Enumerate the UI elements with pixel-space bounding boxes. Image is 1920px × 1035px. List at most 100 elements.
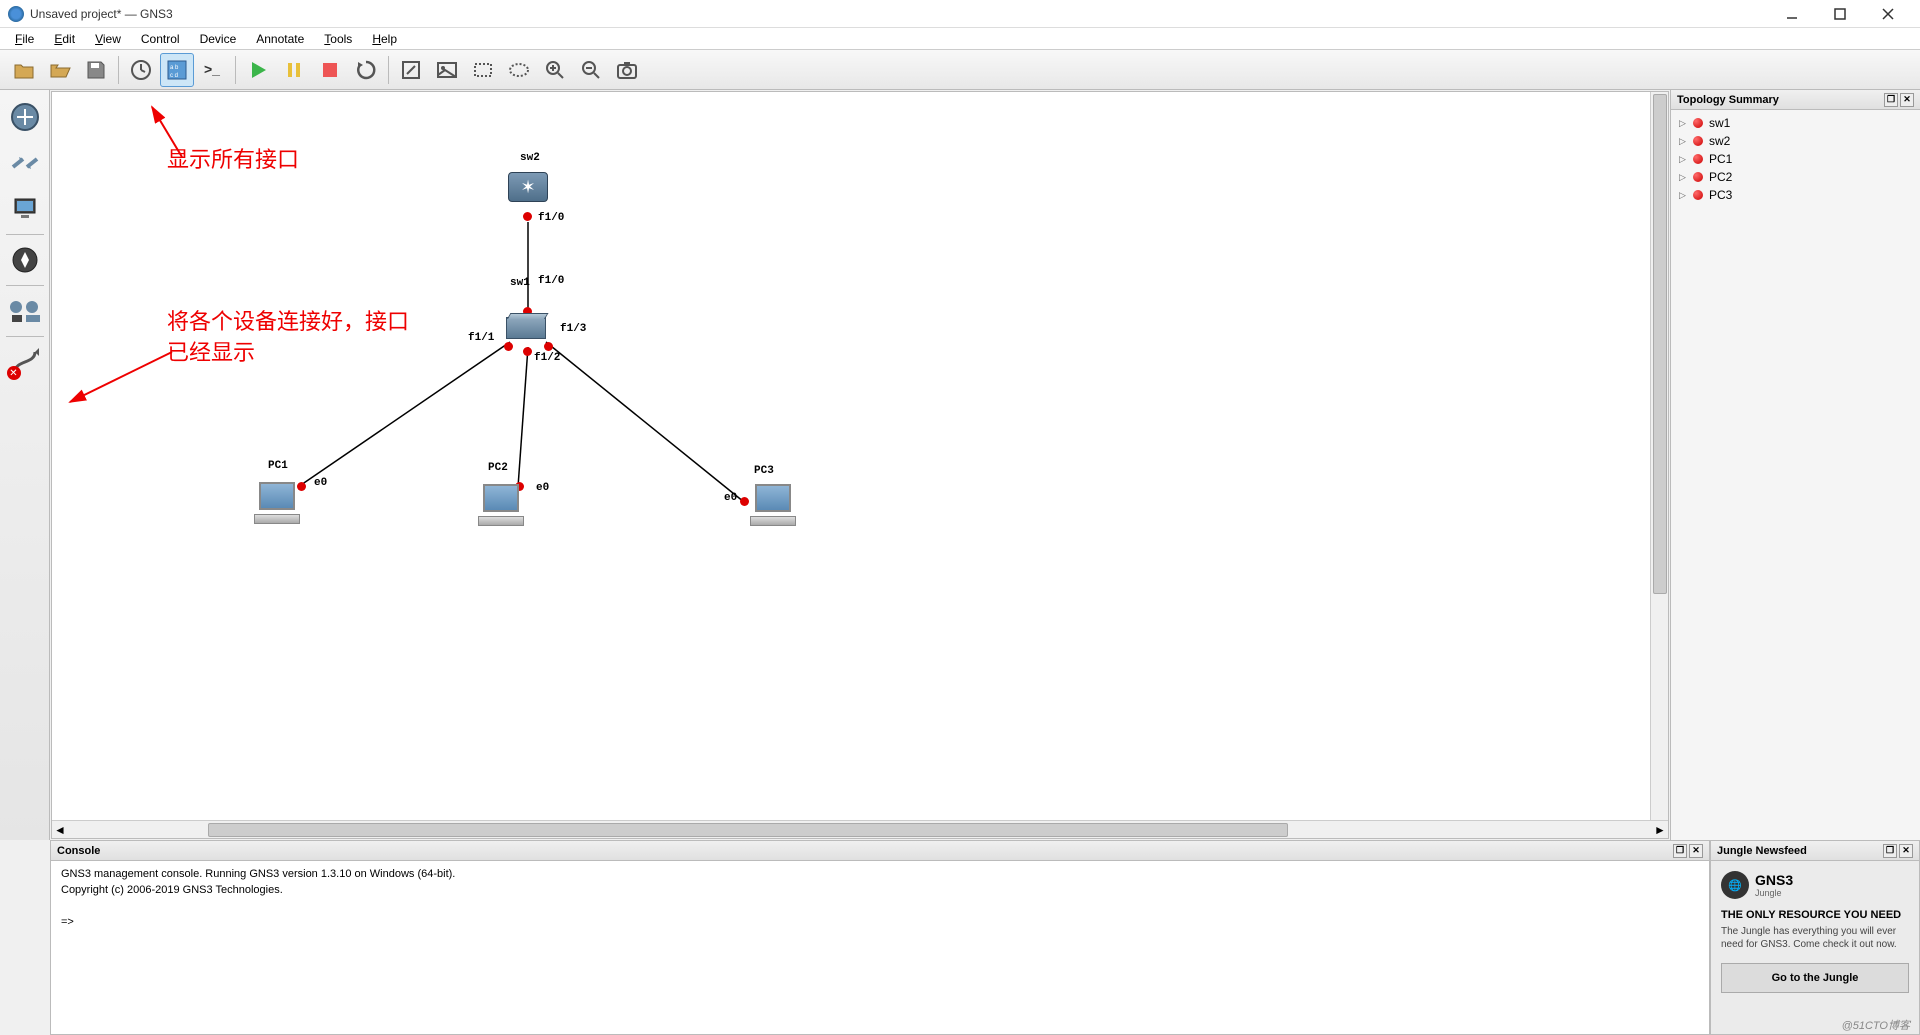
node-pc1[interactable] — [254, 482, 300, 524]
window-controls — [1778, 4, 1912, 24]
canvas-wrapper: 显示所有接口 将各个设备连接好，接口 已经显示 sw2 ✶ f1/0 sw1 f… — [51, 91, 1669, 839]
port-sw1-f11: f1/1 — [468, 332, 494, 344]
screenshot-icon[interactable] — [610, 53, 644, 87]
panel-close-icon[interactable]: ✕ — [1689, 844, 1703, 858]
minimize-button[interactable] — [1778, 4, 1806, 24]
tree-label: sw1 — [1709, 116, 1730, 130]
tree-item-sw2[interactable]: ▷sw2 — [1675, 132, 1916, 150]
status-dot-icon — [1693, 136, 1703, 146]
annotation-connect: 将各个设备连接好，接口 已经显示 — [167, 307, 409, 369]
port-sw1-f13: f1/3 — [560, 323, 586, 335]
menu-bar: File Edit View Control Device Annotate T… — [0, 28, 1920, 50]
add-link-icon[interactable]: ✕ — [5, 342, 45, 382]
close-button[interactable] — [1874, 4, 1902, 24]
tree-item-pc3[interactable]: ▷PC3 — [1675, 186, 1916, 204]
port-pc2-e0: e0 — [536, 482, 549, 494]
image-icon[interactable] — [430, 53, 464, 87]
new-project-icon[interactable] — [7, 53, 41, 87]
tree-item-pc2[interactable]: ▷PC2 — [1675, 168, 1916, 186]
topology-canvas[interactable]: 显示所有接口 将各个设备连接好，接口 已经显示 sw2 ✶ f1/0 sw1 f… — [52, 92, 1668, 820]
status-dot-icon — [1693, 172, 1703, 182]
rectangle-icon[interactable] — [466, 53, 500, 87]
snapshot-icon[interactable] — [124, 53, 158, 87]
zoom-out-icon[interactable] — [574, 53, 608, 87]
reload-icon[interactable] — [349, 53, 383, 87]
stop-icon[interactable] — [313, 53, 347, 87]
newsfeed-title: Jungle Newsfeed — [1717, 845, 1807, 857]
status-dot-icon — [1693, 118, 1703, 128]
gns3-logo-icon: 🌐 — [1721, 871, 1749, 899]
brand-text: GNS3 — [1755, 872, 1793, 888]
watermark: @51CTO博客 — [1842, 1017, 1910, 1033]
node-label-pc2: PC2 — [488, 462, 508, 474]
node-pc3[interactable] — [750, 484, 796, 526]
menu-view[interactable]: View — [85, 29, 131, 49]
menu-annotate[interactable]: Annotate — [246, 29, 314, 49]
menu-file[interactable]: File — [5, 29, 44, 49]
canvas-scrollbar-vertical[interactable] — [1650, 92, 1668, 820]
console-output[interactable]: GNS3 management console. Running GNS3 ve… — [51, 861, 1709, 1034]
newsfeed-headline: THE ONLY RESOURCE YOU NEED — [1721, 909, 1909, 921]
port-dot — [504, 342, 513, 351]
toolbar: a bc d >_ — [0, 50, 1920, 90]
go-to-jungle-button[interactable]: Go to the Jungle — [1721, 963, 1909, 993]
zoom-in-icon[interactable] — [538, 53, 572, 87]
menu-tools[interactable]: Tools — [314, 29, 362, 49]
end-devices-icon[interactable] — [5, 189, 45, 229]
node-label-pc3: PC3 — [754, 465, 774, 477]
node-pc2[interactable] — [478, 484, 524, 526]
tree-item-pc1[interactable]: ▷PC1 — [1675, 150, 1916, 168]
pause-icon[interactable] — [277, 53, 311, 87]
menu-edit[interactable]: Edit — [44, 29, 85, 49]
routers-icon[interactable] — [5, 97, 45, 137]
menu-help[interactable]: Help — [362, 29, 407, 49]
panel-close-icon[interactable]: ✕ — [1899, 844, 1913, 858]
tree-label: sw2 — [1709, 134, 1730, 148]
show-interfaces-icon[interactable]: a bc d — [160, 53, 194, 87]
newsfeed-header: Jungle Newsfeed ❐ ✕ — [1711, 841, 1919, 861]
newsfeed-logo: 🌐 GNS3 Jungle — [1721, 871, 1909, 899]
port-dot — [740, 497, 749, 506]
panel-undock-icon[interactable]: ❐ — [1673, 844, 1687, 858]
ellipse-icon[interactable] — [502, 53, 536, 87]
all-devices-icon[interactable] — [5, 291, 45, 331]
tree-item-sw1[interactable]: ▷sw1 — [1675, 114, 1916, 132]
console-panel: Console ❐ ✕ GNS3 management console. Run… — [50, 840, 1710, 1035]
bottom-area: Console ❐ ✕ GNS3 management console. Run… — [50, 840, 1920, 1035]
security-devices-icon[interactable] — [5, 240, 45, 280]
open-project-icon[interactable] — [43, 53, 77, 87]
newsfeed-desc: The Jungle has everything you will ever … — [1721, 925, 1909, 951]
node-label-sw1: sw1 — [510, 277, 530, 289]
window-title: Unsaved project* — GNS3 — [30, 7, 1778, 21]
port-sw1-f10: f1/0 — [538, 275, 564, 287]
device-bar: ✕ — [0, 90, 50, 840]
title-bar: Unsaved project* — GNS3 — [0, 0, 1920, 28]
port-pc3-e0: e0 — [724, 492, 737, 504]
app-icon — [8, 6, 24, 22]
port-dot — [523, 212, 532, 221]
save-project-icon[interactable] — [79, 53, 113, 87]
maximize-button[interactable] — [1826, 4, 1854, 24]
svg-text:>_: >_ — [204, 61, 220, 77]
tree-label: PC1 — [1709, 152, 1732, 166]
port-sw1-f12: f1/2 — [534, 352, 560, 364]
menu-device[interactable]: Device — [190, 29, 247, 49]
node-sw1[interactable] — [506, 317, 546, 339]
port-sw2-f10: f1/0 — [538, 212, 564, 224]
node-sw2[interactable]: ✶ — [508, 172, 548, 202]
node-label-sw2: sw2 — [520, 152, 540, 164]
canvas-scrollbar-horizontal[interactable]: ◄► — [52, 820, 1668, 838]
console-icon[interactable]: >_ — [196, 53, 230, 87]
panel-undock-icon[interactable]: ❐ — [1883, 844, 1897, 858]
port-dot — [523, 347, 532, 356]
port-pc1-e0: e0 — [314, 477, 327, 489]
brand-sub: Jungle — [1755, 888, 1793, 898]
panel-close-icon[interactable]: ✕ — [1900, 93, 1914, 107]
menu-control[interactable]: Control — [131, 29, 190, 49]
panel-undock-icon[interactable]: ❐ — [1884, 93, 1898, 107]
status-dot-icon — [1693, 190, 1703, 200]
note-icon[interactable] — [394, 53, 428, 87]
start-icon[interactable] — [241, 53, 275, 87]
newsfeed-panel: Jungle Newsfeed ❐ ✕ 🌐 GNS3 Jungle THE ON… — [1710, 840, 1920, 1035]
switches-icon[interactable] — [5, 143, 45, 183]
